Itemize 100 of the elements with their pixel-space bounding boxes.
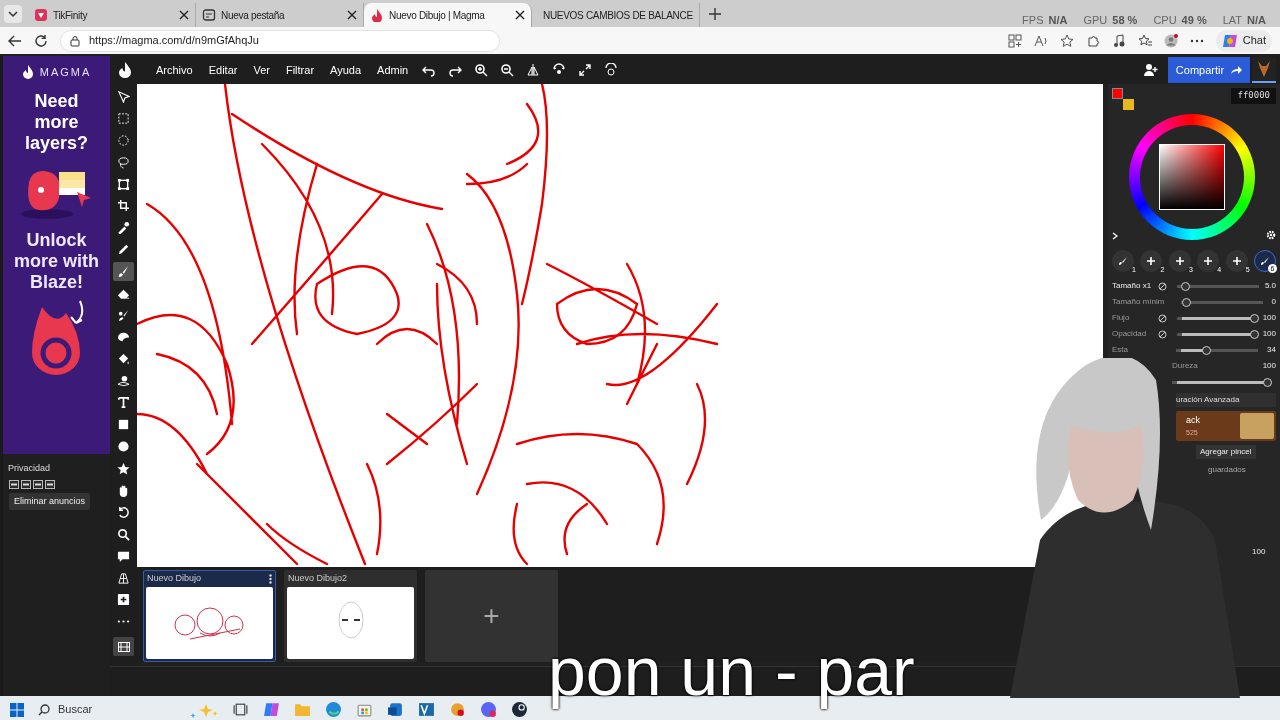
steam-icon[interactable] xyxy=(511,701,528,718)
slider-thumb[interactable] xyxy=(1249,313,1259,323)
ad-banner[interactable]: MAGMA Need more layers? Unlock more with Blaze! xyxy=(3,56,110,454)
move-tool-icon xyxy=(117,89,130,103)
task-view-icon[interactable] xyxy=(232,701,249,718)
copilot-logo-icon xyxy=(1221,32,1238,49)
blur-icon xyxy=(117,330,130,344)
mail-icon[interactable] xyxy=(387,701,404,718)
slider-thumb[interactable] xyxy=(1181,297,1191,307)
plus-icon xyxy=(1231,256,1242,266)
drawing-title: Nuevo Dibujo xyxy=(147,572,203,586)
drawing-canvas[interactable] xyxy=(137,84,1103,567)
reload-icon[interactable] xyxy=(34,33,48,48)
layout-icon[interactable] xyxy=(33,479,43,489)
brand-name: MAGMA xyxy=(39,65,92,80)
zoom-icon xyxy=(117,527,130,541)
setting-value: 34 xyxy=(1266,344,1276,356)
deer-icon xyxy=(1256,60,1272,78)
perf-value: N/A xyxy=(1247,13,1266,28)
menu-item[interactable]: Filtrar xyxy=(277,56,323,84)
start-icon[interactable] xyxy=(10,702,24,717)
comment-icon xyxy=(117,549,130,563)
menu-item[interactable]: Ayuda xyxy=(322,56,370,84)
menu-item[interactable]: Ver xyxy=(245,56,278,84)
saved-brushes-label: guardados xyxy=(1208,464,1247,476)
menu-item[interactable]: Archivo xyxy=(148,56,201,84)
layers-panel-button[interactable] xyxy=(113,637,134,657)
taskbar-search-field[interactable]: Buscar xyxy=(38,698,218,720)
drawing-thumbnail-card[interactable]: Nuevo Dibujo2 xyxy=(284,570,417,662)
browser-icon[interactable] xyxy=(325,701,342,718)
fullscreen-icon[interactable] xyxy=(578,63,593,77)
perf-label: CPU xyxy=(1153,13,1177,28)
promo-title: ack xyxy=(1186,414,1201,427)
pressure-icon[interactable] xyxy=(1157,281,1167,291)
chat-button[interactable]: Chat xyxy=(1215,29,1272,52)
tab-list-button[interactable] xyxy=(4,5,22,23)
hand-icon xyxy=(117,483,130,497)
zoom-in-icon[interactable] xyxy=(474,63,489,77)
kebab-menu-icon[interactable] xyxy=(269,574,272,584)
profile-icon[interactable] xyxy=(1163,33,1178,48)
favorites-icon[interactable] xyxy=(1137,33,1152,48)
rectangle-select-icon xyxy=(117,111,130,125)
pressure-icon[interactable] xyxy=(1157,313,1167,323)
remove-ads-button[interactable]: Eliminar anuncios xyxy=(9,492,91,510)
drawing-thumbnail-card[interactable]: Nuevo Dibujo xyxy=(143,570,276,662)
pressure-icon[interactable] xyxy=(1157,329,1167,339)
primary-color-swatch[interactable] xyxy=(1112,88,1123,99)
ad-tagline: Unlock more with Blaze! xyxy=(13,229,100,293)
share-button[interactable]: Compartir xyxy=(1168,57,1250,83)
search-placeholder: Buscar xyxy=(58,702,93,718)
menu-item[interactable]: Editar xyxy=(200,56,246,84)
slider-thumb[interactable] xyxy=(1181,281,1191,291)
flip-icon[interactable] xyxy=(526,63,541,77)
slider-thumb[interactable] xyxy=(1263,378,1272,387)
editor-icon[interactable] xyxy=(418,701,435,718)
menu-item[interactable]: Admin xyxy=(369,56,417,84)
shape-icon xyxy=(117,374,130,388)
view-reset-icon[interactable] xyxy=(604,63,619,77)
read-aloud-icon[interactable] xyxy=(1033,33,1048,48)
setting-value: 5.0 xyxy=(1263,280,1276,292)
apps-icon[interactable] xyxy=(1007,33,1022,48)
zoom-out-icon[interactable] xyxy=(500,63,515,77)
chat-app-icon[interactable] xyxy=(480,701,497,718)
rectangle-icon xyxy=(117,418,130,432)
back-icon[interactable] xyxy=(8,33,22,48)
close-icon[interactable] xyxy=(347,10,357,20)
perf-label: GPU xyxy=(1083,13,1108,28)
ad-headline: Need more layers? xyxy=(23,90,89,154)
close-icon[interactable] xyxy=(515,10,525,20)
setting-value: 0 xyxy=(1270,296,1276,308)
slider-thumb[interactable] xyxy=(1249,329,1259,339)
star-icon[interactable] xyxy=(1059,33,1074,48)
magma-logo-icon[interactable] xyxy=(118,62,132,78)
new-tab-icon[interactable] xyxy=(708,7,722,21)
saturation-square[interactable] xyxy=(1159,144,1225,210)
add-user-icon[interactable] xyxy=(1144,63,1158,77)
setting-label: Opacidad xyxy=(1112,328,1147,340)
lock-icon xyxy=(69,34,81,47)
tool-button[interactable] xyxy=(113,262,134,281)
browser-tab[interactable]: Nuevo Dibujo | Magma xyxy=(364,3,532,27)
tab-title: TikFinity xyxy=(53,8,89,23)
slider-thumb[interactable] xyxy=(1201,345,1211,355)
rotate-view-icon[interactable] xyxy=(552,63,567,77)
settings-icon[interactable] xyxy=(1266,230,1276,240)
user-avatar[interactable] xyxy=(1252,57,1276,83)
close-icon[interactable] xyxy=(179,10,189,20)
address-field[interactable]: https://magma.com/d/n9mGfAhqJu xyxy=(60,29,500,52)
expand-icon[interactable] xyxy=(1112,232,1118,240)
layout-icon[interactable] xyxy=(21,479,31,489)
layout-icon[interactable] xyxy=(9,479,19,489)
app-icon[interactable] xyxy=(449,701,466,718)
hex-color-field[interactable]: ff0000 xyxy=(1231,88,1276,104)
slider-track[interactable] xyxy=(1172,378,1272,387)
perf-value: 49 % xyxy=(1181,13,1207,28)
add-icon xyxy=(117,593,130,607)
layout-icon[interactable] xyxy=(45,479,55,489)
drawing-title: Nuevo Dibujo2 xyxy=(288,572,349,586)
copilot-icon[interactable] xyxy=(263,701,280,718)
secondary-color-swatch[interactable] xyxy=(1123,99,1134,110)
music-icon[interactable] xyxy=(1111,33,1126,48)
